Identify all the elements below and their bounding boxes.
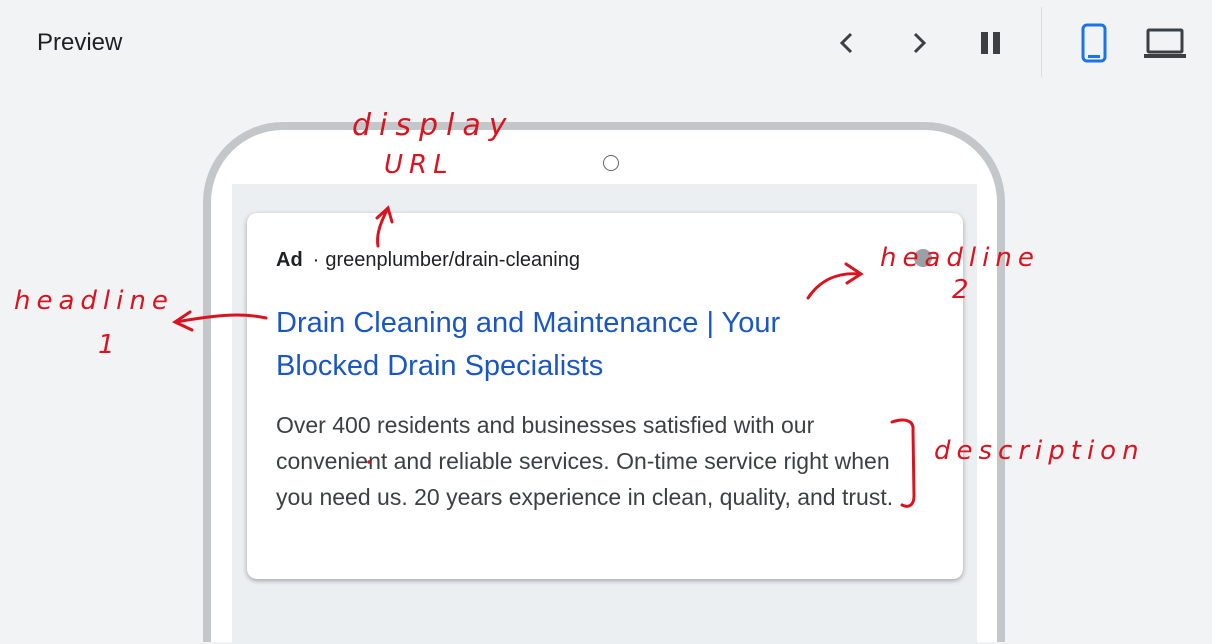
ad-label: Ad [276,249,303,271]
desktop-view-button[interactable] [1140,24,1190,62]
annotation-headline2-line2: 2 [952,275,975,305]
pause-button[interactable] [973,26,1009,60]
ad-description: Over 400 residents and businesses satisf… [276,412,894,510]
annotation-display-url-line2: URL [384,150,454,180]
separator: · [312,249,320,271]
chevron-right-icon [913,32,927,54]
annotation-headline1-line2: 1 [98,330,121,360]
display-url[interactable]: greenplumber/drain-cleaning [325,249,580,271]
annotation-headline1-line1: headline [14,286,174,316]
annotation-display-url-line1: display [352,108,515,143]
pause-icon [981,32,1000,54]
toolbar-divider [1041,7,1042,77]
annotation-headline2-line1: headline [880,243,1040,273]
mobile-view-button[interactable] [1076,22,1112,64]
laptop-icon [1144,28,1186,58]
camera-icon [603,155,619,171]
next-button[interactable] [902,26,936,60]
chevron-left-icon [839,32,853,54]
ad-card: Ad · greenplumber/drain-cleaning Drain Cle… [247,213,963,579]
annotation-description: description [934,436,1145,466]
smartphone-icon [1081,23,1107,63]
preview-toolbar: Preview [0,0,1212,86]
ad-url-line: Ad · greenplumber/drain-cleaning [276,249,580,272]
ad-headline[interactable]: Drain Cleaning and Maintenance | Your Bl… [276,302,876,388]
previous-button[interactable] [830,26,864,60]
page-title: Preview [37,29,123,56]
